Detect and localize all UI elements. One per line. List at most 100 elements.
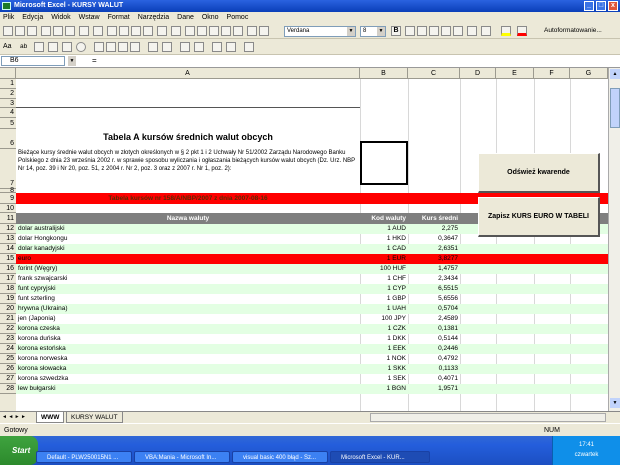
start-button[interactable]: Start [0, 436, 38, 465]
currency-rate[interactable]: 2,6351 [408, 244, 460, 254]
minimize-button[interactable]: _ [584, 1, 594, 11]
refresh-query-button[interactable]: Odśwież kwarende [478, 153, 600, 193]
currency-name[interactable]: forint (Węgry) [16, 264, 360, 274]
align-left-icon[interactable] [405, 26, 415, 36]
excel-app-icon[interactable] [2, 2, 11, 10]
font-color-icon[interactable] [517, 26, 527, 36]
currency-rate[interactable]: 2,275 [408, 224, 460, 234]
groupbox-tool[interactable]: ab [20, 43, 27, 50]
combobox-icon[interactable] [106, 42, 116, 52]
currency-code[interactable]: 100 HUF [360, 264, 408, 274]
sort-desc-icon[interactable] [233, 26, 243, 36]
research-icon[interactable] [93, 26, 103, 36]
currency-code[interactable]: 1 HKD [360, 234, 408, 244]
radio-icon[interactable] [76, 42, 86, 52]
spinner-tool-icon[interactable] [162, 42, 172, 52]
row-header-18[interactable]: 18 [0, 284, 16, 294]
paste-icon[interactable] [131, 26, 141, 36]
currency-code[interactable]: 1 CYP [360, 284, 408, 294]
row-header-16[interactable]: 16 [0, 264, 16, 274]
currency-code[interactable]: 1 SEK [360, 374, 408, 384]
mail-icon[interactable] [41, 26, 51, 36]
button-tool-icon[interactable] [48, 42, 58, 52]
task-excel[interactable]: Microsoft Excel - KUR... [330, 451, 430, 463]
currency-name[interactable]: dolar Hongkongu [16, 234, 360, 244]
tab-www[interactable]: WWW [36, 412, 65, 423]
borders-icon[interactable] [467, 26, 477, 36]
function-icon[interactable] [209, 26, 219, 36]
font-name-select[interactable]: Verdana ▼ [284, 26, 356, 37]
currency-rate[interactable]: 1,4757 [408, 264, 460, 274]
row-header-20[interactable]: 20 [0, 304, 16, 314]
currency-code[interactable]: 1 GBP [360, 294, 408, 304]
row-header-7[interactable]: 7 [0, 149, 16, 189]
cut-icon[interactable] [107, 26, 117, 36]
row-header-24[interactable]: 24 [0, 344, 16, 354]
currency-rate[interactable]: 0,1381 [408, 324, 460, 334]
currency-rate[interactable]: 2,3434 [408, 274, 460, 284]
menu-narzedzia[interactable]: Narzędzia [135, 12, 173, 24]
scroll-thumb[interactable] [610, 88, 620, 128]
menu-pomoc[interactable]: Pomoc [224, 12, 252, 24]
scroll-down-icon[interactable]: ▼ [610, 398, 620, 408]
close-button[interactable]: x [608, 1, 618, 11]
tab-nav-icon[interactable]: ◄ ◄ ► ► [2, 414, 26, 420]
currency-rate[interactable]: 0,3647 [408, 234, 460, 244]
save-icon[interactable] [27, 26, 37, 36]
currency-name[interactable]: dolar kanadyjski [16, 244, 360, 254]
task-vbamania[interactable]: VBA:Mania - Microsoft In... [134, 451, 230, 463]
currency-name[interactable]: korona szwedzka [16, 374, 360, 384]
undo-icon[interactable] [157, 26, 167, 36]
autosum-icon[interactable] [197, 26, 207, 36]
format-painter-icon[interactable] [143, 26, 153, 36]
row-header-9[interactable]: 9 [0, 193, 16, 204]
print-icon[interactable] [53, 26, 63, 36]
row-header-17[interactable]: 17 [0, 274, 16, 284]
grid-icon[interactable] [244, 42, 254, 52]
row-header-15[interactable]: 15 [0, 254, 16, 264]
hyperlink-icon[interactable] [185, 26, 195, 36]
save-euro-button[interactable]: Zapisz KURS EURO W TABELI [478, 197, 600, 237]
currency-name[interactable]: dolar australijski [16, 224, 360, 234]
column-header-g[interactable]: G [570, 68, 608, 79]
task-default[interactable]: Default - PLW250015N1 ... [36, 451, 132, 463]
currency-name[interactable]: funt cypryjski [16, 284, 360, 294]
row-header-21[interactable]: 21 [0, 314, 16, 324]
chart-wizard-icon[interactable] [247, 26, 257, 36]
currency-name[interactable]: lew bułgarski [16, 384, 360, 394]
currency-rate[interactable]: 1,9571 [408, 384, 460, 394]
currency-code[interactable]: 1 UAH [360, 304, 408, 314]
column-header-e[interactable]: E [496, 68, 534, 79]
currency-name[interactable]: hrywna (Ukraina) [16, 304, 360, 314]
currency-code[interactable]: 1 NOK [360, 354, 408, 364]
row-header-5[interactable]: 5 [0, 118, 16, 129]
currency-code[interactable]: 1 EEK [360, 344, 408, 354]
currency-name[interactable]: frank szwajcarski [16, 274, 360, 284]
currency-code[interactable]: 1 CAD [360, 244, 408, 254]
currency-name[interactable]: korona słowacka [16, 364, 360, 374]
formula-input[interactable] [102, 56, 618, 66]
fill-color-icon[interactable] [501, 26, 511, 36]
row-header-25[interactable]: 25 [0, 354, 16, 364]
currency-rate[interactable]: 2,4589 [408, 314, 460, 324]
menu-dane[interactable]: Dane [174, 12, 197, 24]
currency-name[interactable]: korona norweska [16, 354, 360, 364]
row-header-28[interactable]: 28 [0, 384, 16, 394]
clock-time[interactable]: 17:41 [553, 442, 620, 448]
active-cell-b6[interactable] [360, 141, 408, 185]
currency-code[interactable]: 1 SKK [360, 364, 408, 374]
currency-rate[interactable]: 0,5704 [408, 304, 460, 314]
scroll-up-icon[interactable]: ▲ [610, 69, 620, 79]
currency-rate[interactable]: 0,4071 [408, 374, 460, 384]
worksheet-grid[interactable]: dolar amerykański1 USD2,8507dolar austra… [16, 79, 608, 411]
drawing-icon[interactable] [259, 26, 269, 36]
menu-plik[interactable]: Plik [0, 12, 17, 24]
align-right-icon[interactable] [429, 26, 439, 36]
row-header-10[interactable]: 10 [0, 204, 16, 213]
merge-icon[interactable] [453, 26, 463, 36]
column-header-f[interactable]: F [534, 68, 570, 79]
menu-format[interactable]: Format [105, 12, 133, 24]
currency-code[interactable]: 1 DKK [360, 334, 408, 344]
menu-widok[interactable]: Widok [48, 12, 73, 24]
row-header-19[interactable]: 19 [0, 294, 16, 304]
